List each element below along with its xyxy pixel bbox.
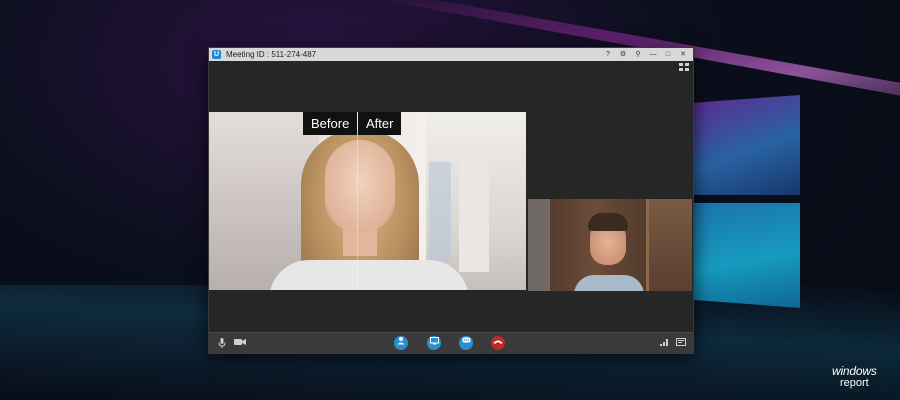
microphone-icon[interactable]: [216, 338, 227, 349]
signal-icon: [659, 338, 670, 349]
video-meeting-window: U Meeting ID : 511-274-487 ? ⚙ ⚲ — □ ✕ B…: [208, 47, 694, 354]
screen-share-icon[interactable]: [427, 336, 441, 350]
windows-logo-pane-top: [690, 95, 800, 195]
video-area: Before After: [209, 61, 693, 332]
camera-icon[interactable]: [233, 338, 247, 349]
window-controls: ? ⚙ ⚲ — □ ✕: [604, 50, 687, 59]
thumbnail-window: [528, 199, 550, 291]
settings-gear-icon[interactable]: ⚙: [619, 50, 627, 59]
chat-icon[interactable]: [459, 336, 473, 350]
participant-thumbnail[interactable]: [528, 199, 692, 291]
before-after-divider: [357, 112, 358, 290]
speaker-face: [325, 140, 395, 232]
fullscreen-icon[interactable]: [675, 338, 686, 349]
minimize-button[interactable]: —: [649, 50, 657, 59]
pin-icon[interactable]: ⚲: [634, 50, 642, 59]
gallery-view-icon[interactable]: [679, 63, 689, 73]
close-button[interactable]: ✕: [679, 50, 687, 59]
call-toolbar: [209, 332, 693, 354]
after-label: After: [358, 112, 402, 135]
help-icon[interactable]: ?: [604, 50, 612, 59]
maximize-button[interactable]: □: [664, 50, 672, 59]
main-video-feed[interactable]: Before After: [209, 112, 526, 290]
windows-report-watermark: windows report: [832, 365, 877, 389]
thumbnail-shelf: [646, 199, 692, 291]
meeting-id-title: Meeting ID : 511-274-487: [226, 50, 317, 59]
window-titlebar[interactable]: U Meeting ID : 511-274-487 ? ⚙ ⚲ — □ ✕: [209, 48, 693, 61]
speaker-shirt: [269, 260, 469, 290]
background-door-light: [459, 152, 489, 272]
watermark-line2: report: [839, 377, 869, 389]
watermark-line1: windows: [832, 364, 877, 378]
participant-hair: [588, 213, 628, 231]
windows-logo-pane-bottom: [690, 203, 800, 308]
before-label: Before: [303, 112, 358, 135]
app-logo-icon: U: [212, 50, 221, 59]
participant-shirt: [574, 275, 644, 291]
windows-logo-background: [690, 95, 810, 310]
background-door: [429, 162, 451, 262]
add-participant-icon[interactable]: [394, 336, 408, 350]
end-call-icon[interactable]: [491, 336, 505, 350]
